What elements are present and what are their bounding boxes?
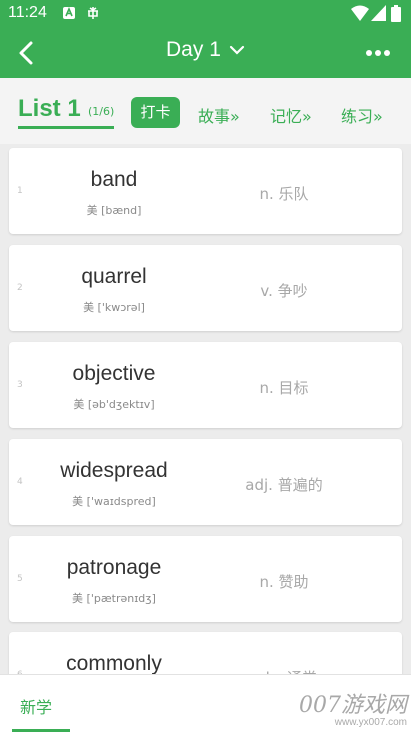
word-phonetic: 美 [bænd] (86, 204, 142, 217)
word-card[interactable]: 2 quarrel 美 ['kwɔrəl] v. 争吵 (9, 245, 402, 331)
bug-notification-icon (88, 7, 98, 19)
word-text: commonly (66, 652, 162, 675)
word-meaning: adj. 普遍的 (245, 476, 323, 494)
word-text: quarrel (81, 265, 147, 288)
watermark-url: www.yx007.com (334, 717, 407, 728)
tab-practice[interactable]: 练习» (341, 103, 383, 127)
day-selector[interactable]: Day 1 (0, 38, 411, 62)
word-meaning: v. 争吵 (260, 282, 308, 300)
status-time: 11:24 (8, 4, 47, 21)
chevron-down-icon (229, 45, 245, 55)
watermark-logo: 007游戏网 www.yx007.com (299, 687, 407, 728)
list-title-underline (18, 126, 114, 129)
signal-icon (371, 5, 386, 21)
tab-memory[interactable]: 记忆» (270, 103, 312, 127)
list-tab-bar: List 1 (1/6) 打卡 故事» 记忆» 练习» (0, 78, 411, 144)
tab-story[interactable]: 故事» (198, 103, 240, 127)
tab-new-words[interactable]: 新学 (20, 694, 52, 718)
word-phonetic: 美 ['kwɔrəl] (83, 301, 145, 314)
word-meaning: n. 目标 (259, 379, 309, 397)
word-meaning: n. 赞助 (259, 573, 309, 591)
status-bar: 11:24 (0, 0, 411, 28)
page-title: Day 1 (166, 38, 221, 61)
app-bar: Day 1 (0, 28, 411, 78)
word-text: widespread (60, 459, 168, 482)
word-meaning: n. 乐队 (259, 185, 309, 203)
app-notification-icon (63, 6, 75, 19)
word-text: band (90, 168, 138, 191)
more-options-icon[interactable] (365, 48, 391, 58)
word-card[interactable]: 3 objective 美 [əb'dʒektɪv] n. 目标 (9, 342, 402, 428)
watermark-brand: 007游戏网 (299, 693, 407, 718)
list-title[interactable]: List 1 (18, 95, 81, 123)
word-phonetic: 美 [əb'dʒektɪv] (73, 398, 155, 411)
wifi-icon (351, 5, 369, 21)
word-card[interactable]: 1 band 美 [bænd] n. 乐队 (9, 148, 402, 234)
checkin-button[interactable]: 打卡 (131, 97, 180, 128)
bottom-tab-bar: 新学 007游戏网 www.yx007.com (0, 674, 411, 732)
word-card[interactable]: 5 patronage 美 ['pætrənɪdʒ] n. 赞助 (9, 536, 402, 622)
battery-icon (391, 5, 401, 22)
word-text: objective (72, 362, 156, 385)
word-phonetic: 美 ['pætrənɪdʒ] (72, 592, 156, 605)
word-card[interactable]: 4 widespread 美 ['waɪdspred] adj. 普遍的 (9, 439, 402, 525)
word-text: patronage (66, 556, 162, 579)
list-progress: (1/6) (88, 105, 115, 118)
word-phonetic: 美 ['waɪdspred] (72, 495, 156, 508)
